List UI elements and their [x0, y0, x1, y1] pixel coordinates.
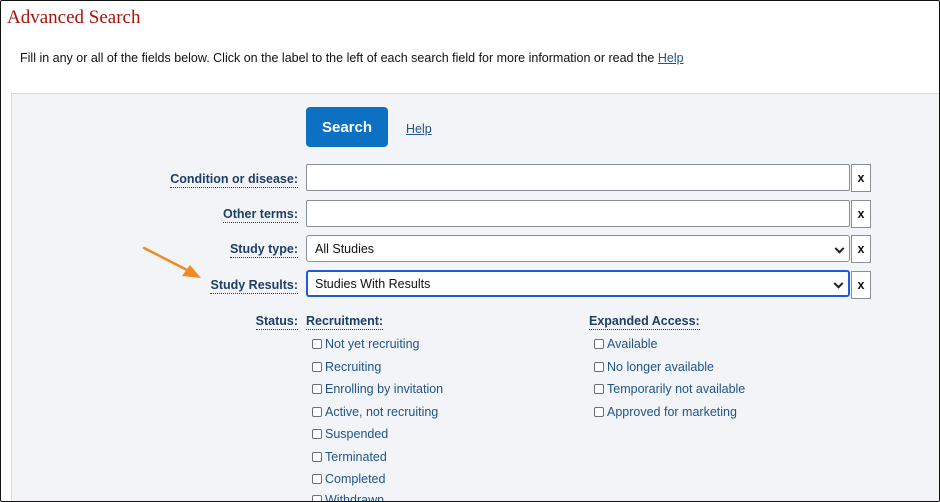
page-frame: Advanced Search Fill in any or all of th…	[0, 0, 940, 502]
checkbox-icon	[312, 495, 322, 501]
checkbox-label: Withdrawn	[325, 493, 385, 502]
other-terms-label[interactable]: Other terms:	[222, 207, 298, 223]
checkbox-approved-for-marketing[interactable]: Approved for marketing	[594, 405, 737, 419]
study-results-select[interactable]: Studies With Results	[306, 270, 850, 297]
checkbox-enrolling-by-invitation[interactable]: Enrolling by invitation	[312, 382, 443, 396]
checkbox-icon	[594, 407, 604, 417]
intro-message: Fill in any or all of the fields below. …	[20, 51, 655, 65]
study-type-label[interactable]: Study type:	[229, 242, 298, 258]
checkbox-label: Not yet recruiting	[325, 337, 420, 351]
chevron-down-icon	[834, 243, 845, 254]
checkbox-icon	[312, 474, 322, 484]
condition-label[interactable]: Condition or disease:	[170, 172, 298, 188]
checkbox-suspended[interactable]: Suspended	[312, 427, 388, 441]
checkbox-terminated[interactable]: Terminated	[312, 450, 387, 464]
checkbox-icon	[312, 429, 322, 439]
checkbox-available[interactable]: Available	[594, 337, 658, 351]
checkbox-label: Active, not recruiting	[325, 405, 439, 419]
checkbox-icon	[594, 384, 604, 394]
help-link[interactable]: Help	[406, 122, 432, 136]
study-type-clear-button[interactable]: x	[851, 235, 871, 263]
intro-text: Fill in any or all of the fields below. …	[20, 51, 684, 65]
other-terms-input[interactable]	[306, 200, 850, 227]
checkbox-label: Suspended	[325, 427, 389, 441]
intro-help-link[interactable]: Help	[658, 51, 684, 65]
checkbox-label: Recruiting	[325, 360, 382, 374]
checkbox-temporarily-not-available[interactable]: Temporarily not available	[594, 382, 745, 396]
condition-clear-button[interactable]: x	[851, 164, 871, 192]
search-panel	[11, 93, 939, 501]
checkbox-label: Terminated	[325, 450, 387, 464]
condition-input[interactable]	[306, 164, 850, 191]
search-button[interactable]: Search	[306, 107, 388, 147]
study-results-value: Studies With Results	[315, 276, 431, 291]
arrow-icon	[142, 246, 201, 278]
checkbox-label: Enrolling by invitation	[325, 382, 444, 396]
chevron-down-icon	[833, 278, 844, 289]
checkbox-label: No longer available	[607, 360, 715, 374]
checkbox-recruiting[interactable]: Recruiting	[312, 360, 381, 374]
checkbox-icon	[312, 362, 322, 372]
checkbox-icon	[312, 384, 322, 394]
checkbox-label: Available	[607, 337, 658, 351]
checkbox-active-not-recruiting[interactable]: Active, not recruiting	[312, 405, 438, 419]
checkbox-completed[interactable]: Completed	[312, 472, 385, 486]
checkbox-icon	[594, 339, 604, 349]
study-results-label[interactable]: Study Results:	[210, 278, 298, 294]
checkbox-label: Completed	[325, 472, 386, 486]
checkbox-not-yet-recruiting[interactable]: Not yet recruiting	[312, 337, 419, 351]
study-type-value: All Studies	[315, 241, 375, 256]
checkbox-label: Approved for marketing	[607, 405, 737, 419]
checkbox-icon	[312, 407, 322, 417]
expanded-access-heading[interactable]: Expanded Access:	[589, 314, 700, 330]
checkbox-withdrawn[interactable]: Withdrawn	[312, 493, 385, 502]
status-label[interactable]: Status:	[255, 314, 298, 330]
other-terms-clear-button[interactable]: x	[851, 200, 871, 228]
checkbox-no-longer-available[interactable]: No longer available	[594, 360, 714, 374]
recruitment-heading[interactable]: Recruitment:	[306, 314, 384, 330]
study-type-select[interactable]: All Studies	[306, 235, 850, 262]
study-results-clear-button[interactable]: x	[851, 271, 871, 299]
checkbox-icon	[594, 362, 604, 372]
page-title: Advanced Search	[7, 7, 141, 28]
checkbox-label: Temporarily not available	[607, 382, 746, 396]
checkbox-icon	[312, 339, 322, 349]
checkbox-icon	[312, 452, 322, 462]
